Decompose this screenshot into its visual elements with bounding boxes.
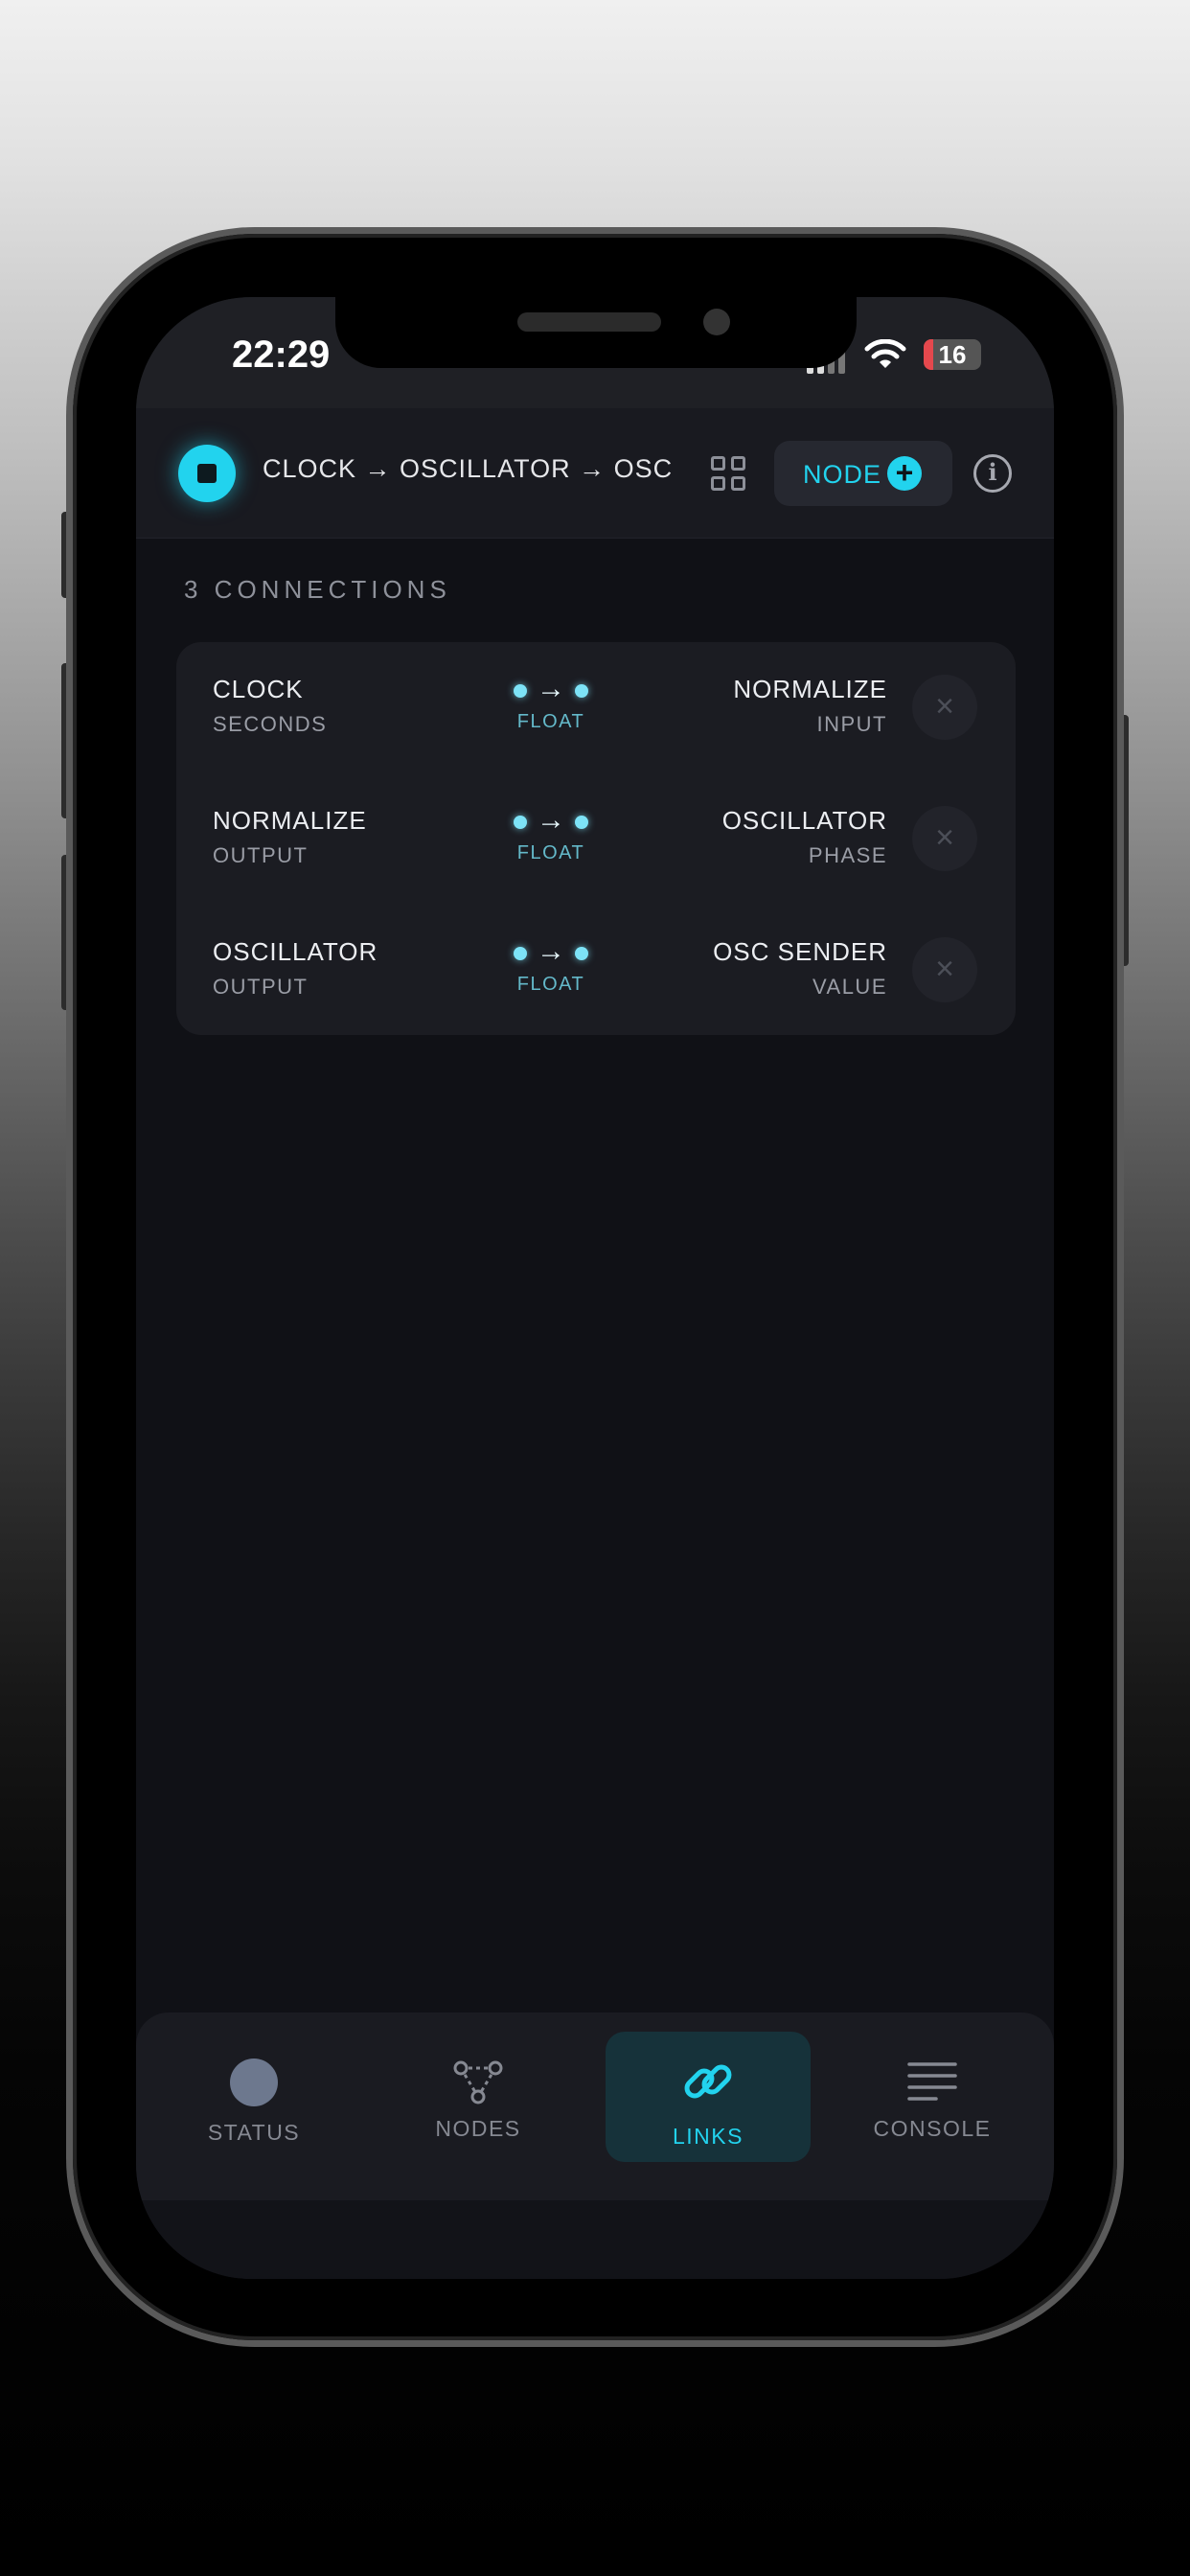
info-icon[interactable]: i: [973, 454, 1012, 493]
target-dot-icon: [575, 684, 588, 698]
battery-percent: 16: [938, 340, 967, 369]
grid-icon[interactable]: [711, 456, 747, 493]
connection-row: CLOCK SECONDS → FLOAT NORMALIZE INPUT ×: [176, 642, 1016, 772]
add-node-label: NODE: [803, 460, 882, 489]
connection-row: OSCILLATOR OUTPUT → FLOAT OSC SENDER VAL…: [176, 905, 1016, 1035]
target-port-name: VALUE: [812, 975, 887, 999]
connection-flow: → FLOAT: [502, 804, 600, 864]
tab-status-label: STATUS: [207, 2120, 301, 2145]
app-header: CLOCK → OSCILLATOR → OSC NODE + i: [136, 408, 1054, 539]
source-dot-icon: [514, 947, 527, 960]
source-dot-icon: [514, 684, 527, 698]
connection-target: OSCILLATOR PHASE: [722, 806, 887, 868]
delete-connection-button[interactable]: ×: [912, 675, 977, 740]
tab-links-label: LINKS: [673, 2124, 744, 2149]
status-icon: [230, 2058, 278, 2106]
connection-type: FLOAT: [516, 974, 585, 995]
connection-flow: → FLOAT: [502, 673, 600, 733]
pipeline-breadcrumb: CLOCK → OSCILLATOR → OSC: [263, 454, 674, 483]
target-node-name: OSCILLATOR: [721, 806, 887, 835]
target-node-name: OSC SENDER: [713, 937, 887, 966]
tab-console-label: CONSOLE: [873, 2116, 992, 2141]
connection-source: NORMALIZE OUTPUT: [213, 806, 367, 868]
power-button: [1117, 715, 1129, 966]
bottom-tab-bar: STATUS NODES LINKS CONSOLE: [136, 2012, 1054, 2200]
connection-target: NORMALIZE INPUT: [733, 675, 887, 737]
source-node-name: NORMALIZE: [213, 806, 367, 835]
connection-source: CLOCK SECONDS: [213, 675, 327, 737]
home-indicator-area: [136, 2200, 1054, 2279]
target-port-name: INPUT: [816, 712, 887, 736]
source-node-name: CLOCK: [213, 675, 304, 703]
plus-icon: +: [887, 456, 922, 491]
add-node-button[interactable]: NODE +: [774, 441, 952, 506]
tab-status[interactable]: STATUS: [151, 2032, 356, 2162]
link-icon: [684, 2064, 732, 2099]
delete-connection-button[interactable]: ×: [912, 937, 977, 1002]
stop-button[interactable]: [178, 445, 236, 502]
tab-nodes-label: NODES: [435, 2116, 521, 2141]
tab-console[interactable]: CONSOLE: [830, 2032, 1035, 2162]
arrow-right-icon: →: [537, 804, 565, 836]
arrow-right-icon: →: [537, 935, 565, 967]
connection-source: OSCILLATOR OUTPUT: [213, 937, 378, 1000]
menu-icon: [907, 2062, 957, 2101]
target-dot-icon: [575, 947, 588, 960]
connections-count-title: 3 CONNECTIONS: [184, 575, 451, 604]
connection-type: FLOAT: [516, 842, 585, 863]
speaker-grille: [517, 312, 661, 332]
nodes-icon: [453, 2060, 503, 2104]
status-time: 22:29: [232, 334, 331, 376]
app-screen: 22:29 16 CLOCK → OSCILLATOR → OSC NODE +: [136, 297, 1054, 2279]
source-port-name: OUTPUT: [213, 975, 309, 999]
tab-nodes[interactable]: NODES: [376, 2032, 581, 2162]
target-port-name: PHASE: [808, 843, 887, 867]
tab-links[interactable]: LINKS: [606, 2032, 811, 2162]
battery-indicator: 16: [924, 339, 981, 370]
volume-down-button: [61, 855, 73, 1010]
connection-flow: → FLOAT: [502, 935, 600, 996]
source-dot-icon: [514, 816, 527, 829]
wifi-icon: [864, 339, 906, 368]
mute-switch: [61, 512, 73, 598]
connection-type: FLOAT: [516, 711, 585, 732]
source-port-name: OUTPUT: [213, 843, 309, 867]
connections-list: CLOCK SECONDS → FLOAT NORMALIZE INPUT × …: [176, 642, 1016, 1035]
target-node-name: NORMALIZE: [733, 675, 887, 703]
phone-notch: [335, 297, 857, 368]
connection-target: OSC SENDER VALUE: [713, 937, 887, 1000]
connection-row: NORMALIZE OUTPUT → FLOAT OSCILLATOR PHAS…: [176, 773, 1016, 904]
front-camera: [703, 309, 730, 335]
source-port-name: SECONDS: [213, 712, 328, 736]
stop-icon: [197, 464, 217, 483]
delete-connection-button[interactable]: ×: [912, 806, 977, 871]
volume-up-button: [61, 663, 73, 818]
arrow-right-icon: →: [537, 673, 565, 704]
target-dot-icon: [575, 816, 588, 829]
source-node-name: OSCILLATOR: [213, 937, 378, 966]
